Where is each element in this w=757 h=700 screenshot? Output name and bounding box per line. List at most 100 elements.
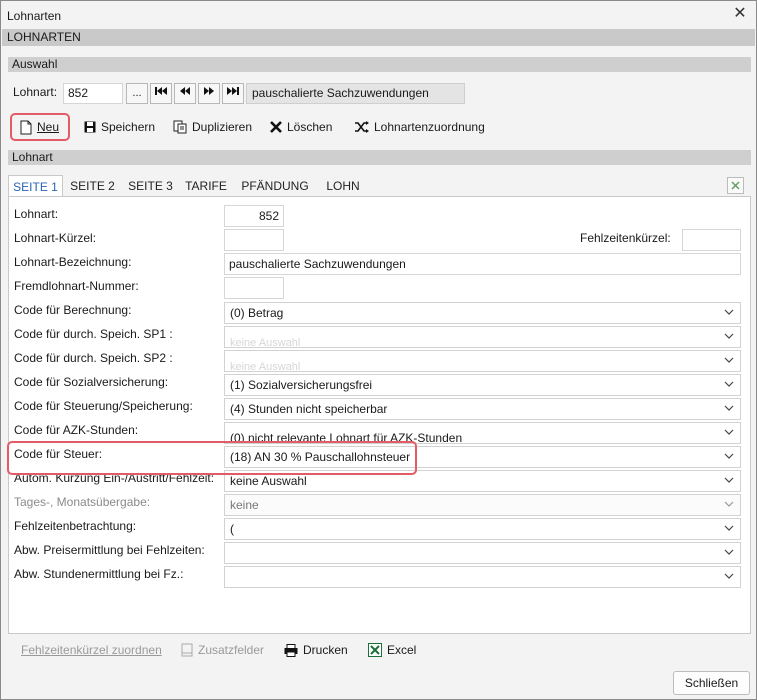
lohnartenzuordnung-label: Lohnartenzuordnung [374,120,485,134]
steuer-highlight [7,441,417,475]
auswahl-lohnart-name: pauschalierte Sachzuwendungen [246,83,465,104]
kuerzung-value: keine Auswahl [230,474,307,488]
lohnart-section-title: Lohnart [8,150,751,165]
berechnung-label: Code für Berechnung: [14,303,132,317]
fehlzeitenkuerzel-zuordnen-button[interactable]: Fehlzeitenkürzel zuordnen [21,643,162,657]
save-icon [84,121,96,133]
first-record-icon[interactable] [150,83,172,104]
auswahl-lohnart-label: Lohnart: [13,85,58,99]
tab-seite-1[interactable]: SEITE 1 [8,175,63,197]
azk-label: Code für AZK-Stunden: [14,423,139,437]
fehlzeitenbetrachtung-select[interactable]: ( [224,518,741,540]
fehlzeitenbetrachtung-label: Fehlzeitenbetrachtung: [14,519,137,533]
delete-button-label: Löschen [287,120,333,134]
sp1-label: Code für durch. Speich. SP1 : [14,327,173,341]
fields-icon [181,643,193,657]
close-tab-icon[interactable] [727,177,744,194]
bezeichnung-label: Lohnart-Bezeichnung: [14,255,132,269]
steuerung-select[interactable]: (4) Stunden nicht speicherbar [224,398,741,420]
tab-tarife[interactable]: TARIFE [181,175,231,197]
bezeichnung-field[interactable]: pauschalierte Sachzuwendungen [224,253,741,275]
kuerzel-label: Lohnart-Kürzel: [14,231,97,245]
excel-button[interactable]: Excel [368,643,416,657]
delete-button[interactable]: Löschen [270,115,332,139]
new-button-label: Neu [37,120,60,134]
stundenermittlung-label: Abw. Stundenermittlung bei Fz.: [14,567,184,581]
fehlzeitenbetrachtung-value: ( [230,522,234,536]
header-title: LOHNARTEN [2,29,755,46]
printer-icon [284,643,298,657]
save-button-label: Speichern [101,120,156,134]
next-record-icon[interactable] [198,83,220,104]
preisermittlung-label: Abw. Preisermittlung bei Fehlzeiten: [14,543,205,557]
previous-record-icon[interactable] [174,83,196,104]
preisermittlung-select[interactable] [224,542,741,564]
lohnart-label: Lohnart: [14,207,59,221]
uebergabe-select: keine [224,494,741,516]
fremdlohnart-field[interactable] [224,277,284,299]
zusatzfelder-label: Zusatzfelder [198,643,265,657]
sozialversicherung-value: (1) Sozialversicherungsfrei [230,378,373,392]
lohnartenzuordnung-button[interactable]: Lohnartenzuordnung [355,115,485,139]
sp2-label: Code für durch. Speich. SP2 : [14,351,173,365]
chevron-down-icon [724,525,734,531]
close-button[interactable]: Schließen [673,671,750,695]
lookup-button[interactable]: ... [126,83,148,104]
tab-lohn[interactable]: LOHN [320,175,366,197]
lohnart-field[interactable]: 852 [224,205,284,227]
kuerzel-field[interactable] [224,229,284,251]
duplicate-icon [173,120,187,134]
steuerung-value: (4) Stunden nicht speicherbar [230,402,388,416]
chevron-down-icon [724,477,734,483]
shuffle-icon [355,121,369,133]
sozialversicherung-label: Code für Sozialversicherung: [14,375,169,389]
chevron-down-icon [724,381,734,387]
save-button[interactable]: Speichern [84,115,155,139]
stundenermittlung-select[interactable] [224,566,741,588]
tab-pfaendung[interactable]: PFÄNDUNG [236,175,314,197]
duplicate-button[interactable]: Duplizieren [173,115,252,139]
last-record-icon[interactable] [222,83,244,104]
chevron-down-icon [724,309,734,315]
zusatzfelder-button[interactable]: Zusatzfelder [181,643,264,657]
sozialversicherung-select[interactable]: (1) Sozialversicherungsfrei [224,374,741,396]
drucken-label: Drucken [303,643,348,657]
chevron-down-icon [724,549,734,555]
excel-icon [368,643,382,657]
delete-icon [270,121,282,133]
new-document-icon [20,120,32,134]
fehlzeitenkuerzel-zuordnen-label: Fehlzeitenkürzel zuordnen [21,643,162,657]
chevron-down-icon [724,453,734,459]
chevron-down-icon [724,405,734,411]
fehlzeitenkuerzel-field[interactable] [682,229,741,251]
new-button[interactable]: Neu [20,115,59,139]
auswahl-lohnart-input[interactable]: 852 [63,83,123,104]
fehlzeitenkuerzel-label: Fehlzeitenkürzel: [580,231,671,245]
sp1-value: keine Auswahl [230,337,301,348]
window-title: Lohnarten [7,9,62,23]
chevron-down-icon [724,429,734,435]
close-window-icon[interactable]: ✕ [732,6,748,22]
fremdlohnart-label: Fremdlohnart-Nummer: [14,279,139,293]
uebergabe-value: keine [230,498,259,512]
title-bar: Lohnarten ✕ [1,1,756,29]
tab-bar: SEITE 1 SEITE 2 SEITE 3 TARIFE PFÄNDUNG … [8,175,751,197]
tab-seite-3[interactable]: SEITE 3 [123,175,178,197]
drucken-button[interactable]: Drucken [284,643,348,657]
steuerung-label: Code für Steuerung/Speicherung: [14,399,193,413]
excel-label: Excel [387,643,417,657]
auswahl-section-title: Auswahl [8,57,751,72]
sp2-select[interactable]: keine Auswahl [224,350,741,372]
chevron-down-icon [724,357,734,363]
chevron-down-icon [724,501,734,507]
chevron-down-icon [724,333,734,339]
berechnung-select[interactable]: (0) Betrag [224,302,741,324]
lohnarten-window: Lohnarten ✕ LOHNARTEN Auswahl Lohnart: 8… [0,0,757,700]
uebergabe-label: Tages-, Monatsübergabe: [14,495,151,509]
berechnung-value: (0) Betrag [230,306,284,320]
tab-seite-2[interactable]: SEITE 2 [65,175,120,197]
sp1-select[interactable]: keine Auswahl [224,326,741,348]
sp2-value: keine Auswahl [230,361,301,372]
duplicate-button-label: Duplizieren [192,120,253,134]
chevron-down-icon [724,573,734,579]
